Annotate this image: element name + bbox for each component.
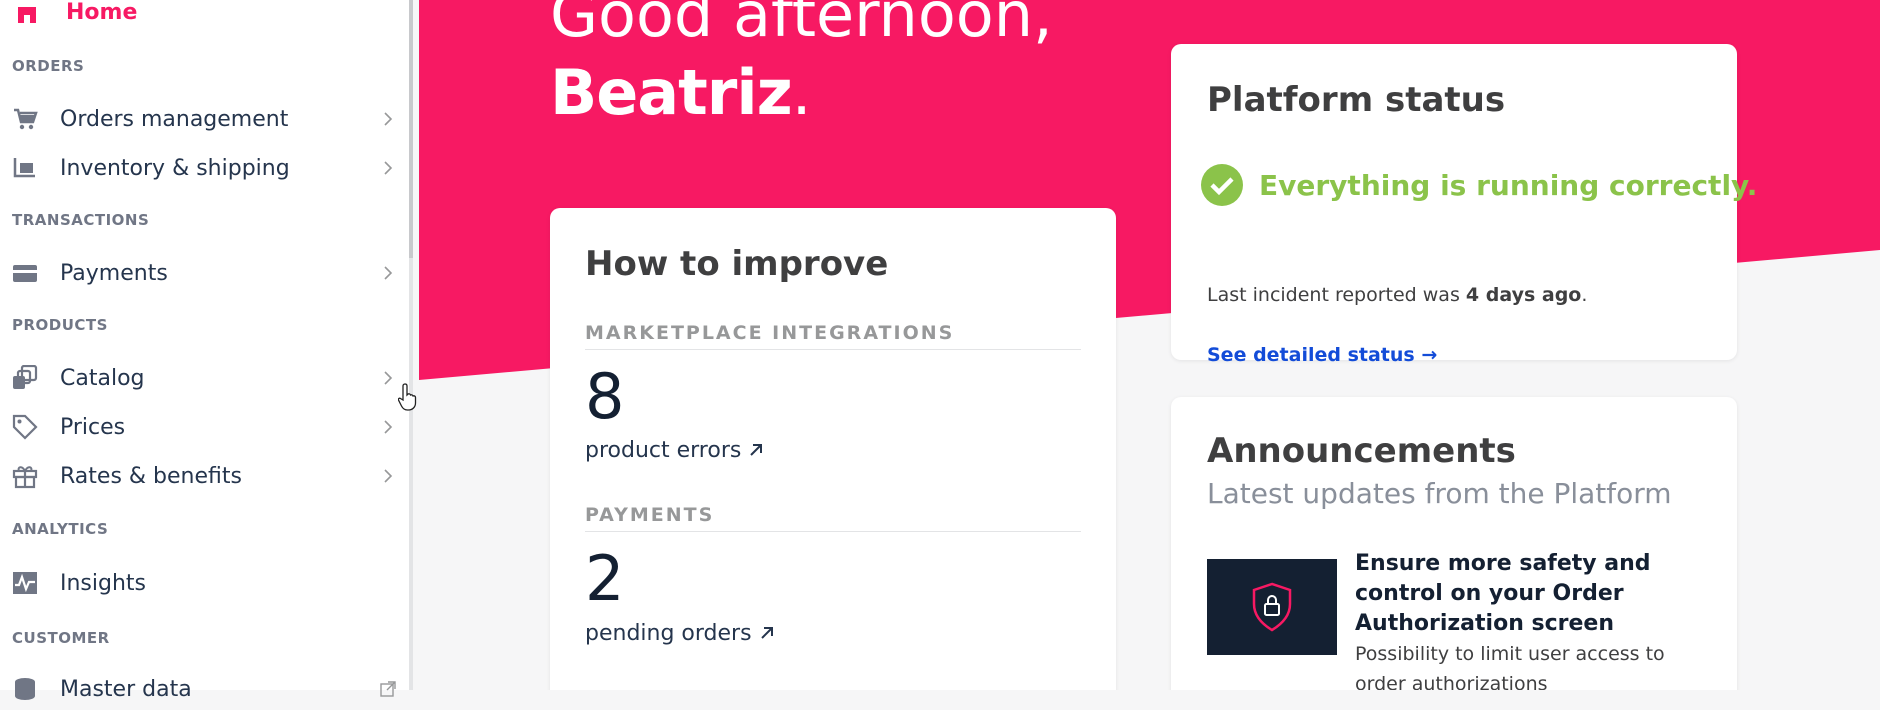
shield-lock-icon bbox=[1252, 582, 1292, 632]
product-errors-link[interactable]: product errors bbox=[585, 438, 764, 463]
sidebar-home-label: Home bbox=[66, 0, 138, 25]
sidebar-item-master-data[interactable]: Master data bbox=[0, 668, 405, 710]
external-link-icon bbox=[380, 681, 396, 697]
cart-icon bbox=[14, 108, 38, 130]
main-area: Good afternoon, Beatriz. How to improve … bbox=[419, 0, 1880, 690]
sidebar-item-orders-management[interactable]: Orders management bbox=[0, 98, 405, 140]
see-detailed-status-link[interactable]: See detailed status → bbox=[1207, 344, 1437, 366]
chevron-right-icon bbox=[384, 469, 393, 483]
card-title: How to improve bbox=[585, 244, 889, 284]
sidebar-item-prices[interactable]: Prices bbox=[0, 406, 405, 448]
sidebar-item-home[interactable]: Home bbox=[16, 0, 137, 30]
sidebar-item-label: Inventory & shipping bbox=[60, 155, 290, 181]
section-title-transactions: TRANSACTIONS bbox=[12, 211, 150, 229]
chevron-right-icon bbox=[384, 266, 393, 280]
metric-count: 2 bbox=[585, 542, 625, 615]
tag-icon bbox=[12, 414, 38, 440]
greeting-punct: . bbox=[791, 56, 812, 129]
arrow-up-right-icon bbox=[750, 444, 763, 456]
gift-icon bbox=[12, 466, 38, 489]
sidebar-item-payments[interactable]: Payments bbox=[0, 252, 405, 294]
status-row: Everything is running correctly. bbox=[1201, 164, 1757, 206]
how-to-improve-card: How to improve MARKETPLACE INTEGRATIONS … bbox=[550, 208, 1116, 690]
chevron-right-icon bbox=[384, 371, 393, 385]
sidebar: Home ORDERS Orders management Inventory … bbox=[0, 0, 417, 702]
section-title-orders: ORDERS bbox=[12, 57, 85, 75]
greeting-text: Good afternoon, bbox=[550, 0, 1053, 51]
incident-when: 4 days ago bbox=[1465, 284, 1582, 306]
sidebar-item-inventory-shipping[interactable]: Inventory & shipping bbox=[0, 147, 405, 189]
announcements-card: Announcements Latest updates from the Pl… bbox=[1171, 397, 1737, 690]
greeting-name: Beatriz. bbox=[550, 56, 812, 129]
metric-count: 8 bbox=[585, 360, 625, 433]
sidebar-item-label: Catalog bbox=[60, 365, 145, 391]
section-title-analytics: ANALYTICS bbox=[12, 520, 109, 538]
announcement-image[interactable] bbox=[1207, 559, 1337, 655]
arrow-up-right-icon bbox=[760, 627, 773, 639]
link-label: pending orders bbox=[585, 621, 752, 646]
store-icon bbox=[18, 7, 36, 23]
chevron-right-icon bbox=[384, 161, 393, 175]
credit-card-icon bbox=[13, 265, 37, 282]
link-label: product errors bbox=[585, 438, 742, 463]
announcement-title[interactable]: Ensure more safety and control on your O… bbox=[1355, 549, 1685, 639]
section-title-customer: CUSTOMER bbox=[12, 629, 110, 647]
card-title: Announcements bbox=[1207, 431, 1516, 471]
hand-cursor-icon bbox=[398, 383, 417, 411]
incident-suffix: . bbox=[1581, 284, 1588, 306]
sidebar-item-label: Rates & benefits bbox=[60, 463, 242, 489]
database-icon bbox=[15, 678, 35, 700]
check-circle-icon bbox=[1201, 164, 1243, 206]
sidebar-item-label: Master data bbox=[60, 676, 192, 702]
sidebar-item-insights[interactable]: Insights bbox=[0, 562, 405, 604]
divider bbox=[585, 349, 1081, 350]
divider bbox=[585, 531, 1081, 532]
incident-text: Last incident reported was 4 days ago. bbox=[1207, 284, 1587, 306]
pending-orders-link[interactable]: pending orders bbox=[585, 621, 775, 646]
user-name: Beatriz bbox=[550, 56, 793, 129]
chevron-right-icon bbox=[384, 420, 393, 434]
card-subtitle: Latest updates from the Platform bbox=[1207, 477, 1672, 510]
sidebar-item-label: Payments bbox=[60, 260, 168, 286]
section-title-products: PRODUCTS bbox=[12, 316, 108, 334]
incident-prefix: Last incident reported was bbox=[1207, 284, 1466, 306]
status-message: Everything is running correctly. bbox=[1259, 168, 1758, 202]
sidebar-scrollbar[interactable] bbox=[409, 0, 413, 258]
sidebar-item-catalog[interactable]: Catalog bbox=[0, 357, 405, 399]
card-title: Platform status bbox=[1207, 80, 1506, 120]
sidebar-item-label: Insights bbox=[60, 570, 147, 596]
sidebar-item-rates-benefits[interactable]: Rates & benefits bbox=[0, 455, 405, 497]
chevron-right-icon bbox=[384, 112, 393, 126]
platform-status-card: Platform status Everything is running co… bbox=[1171, 44, 1757, 366]
catalog-icon bbox=[13, 365, 38, 389]
sidebar-item-label: Prices bbox=[60, 414, 126, 440]
group-caption: MARKETPLACE INTEGRATIONS bbox=[585, 322, 955, 344]
announcement-description: Possibility to limit user access to orde… bbox=[1355, 643, 1665, 690]
group-caption: PAYMENTS bbox=[585, 504, 715, 526]
dolly-icon bbox=[13, 158, 35, 178]
chart-icon bbox=[13, 572, 37, 594]
sidebar-item-label: Orders management bbox=[60, 106, 289, 132]
